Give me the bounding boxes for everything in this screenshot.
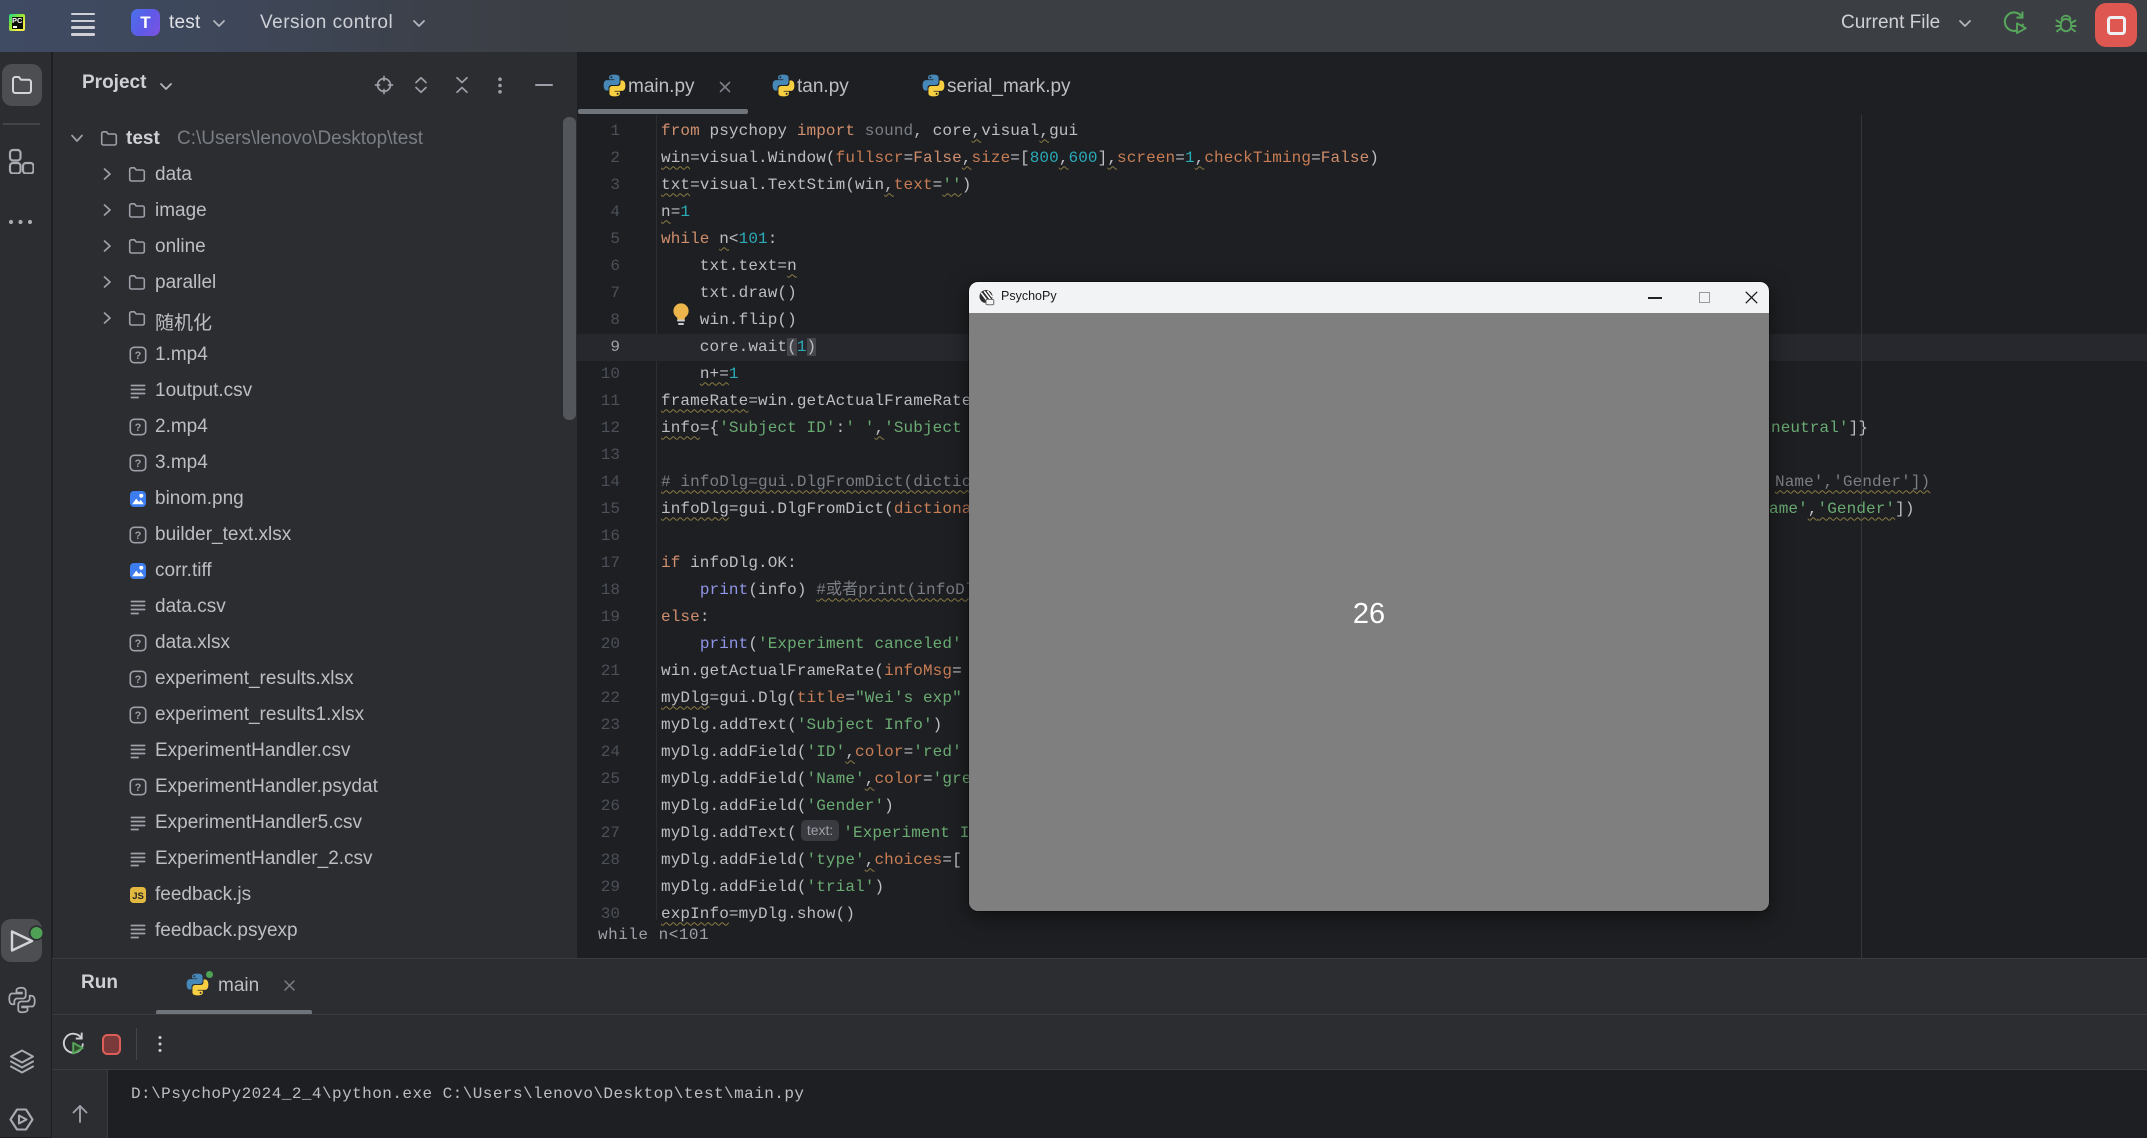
svg-text:?: ? — [135, 458, 142, 470]
svg-text:?: ? — [135, 638, 142, 650]
svg-text:?: ? — [135, 710, 142, 722]
svg-text:?: ? — [135, 674, 142, 686]
svg-text:?: ? — [135, 350, 142, 362]
svg-text:?: ? — [135, 422, 142, 434]
svg-text:?: ? — [135, 782, 142, 794]
svg-text:JS: JS — [132, 891, 144, 902]
svg-text:?: ? — [135, 530, 142, 542]
